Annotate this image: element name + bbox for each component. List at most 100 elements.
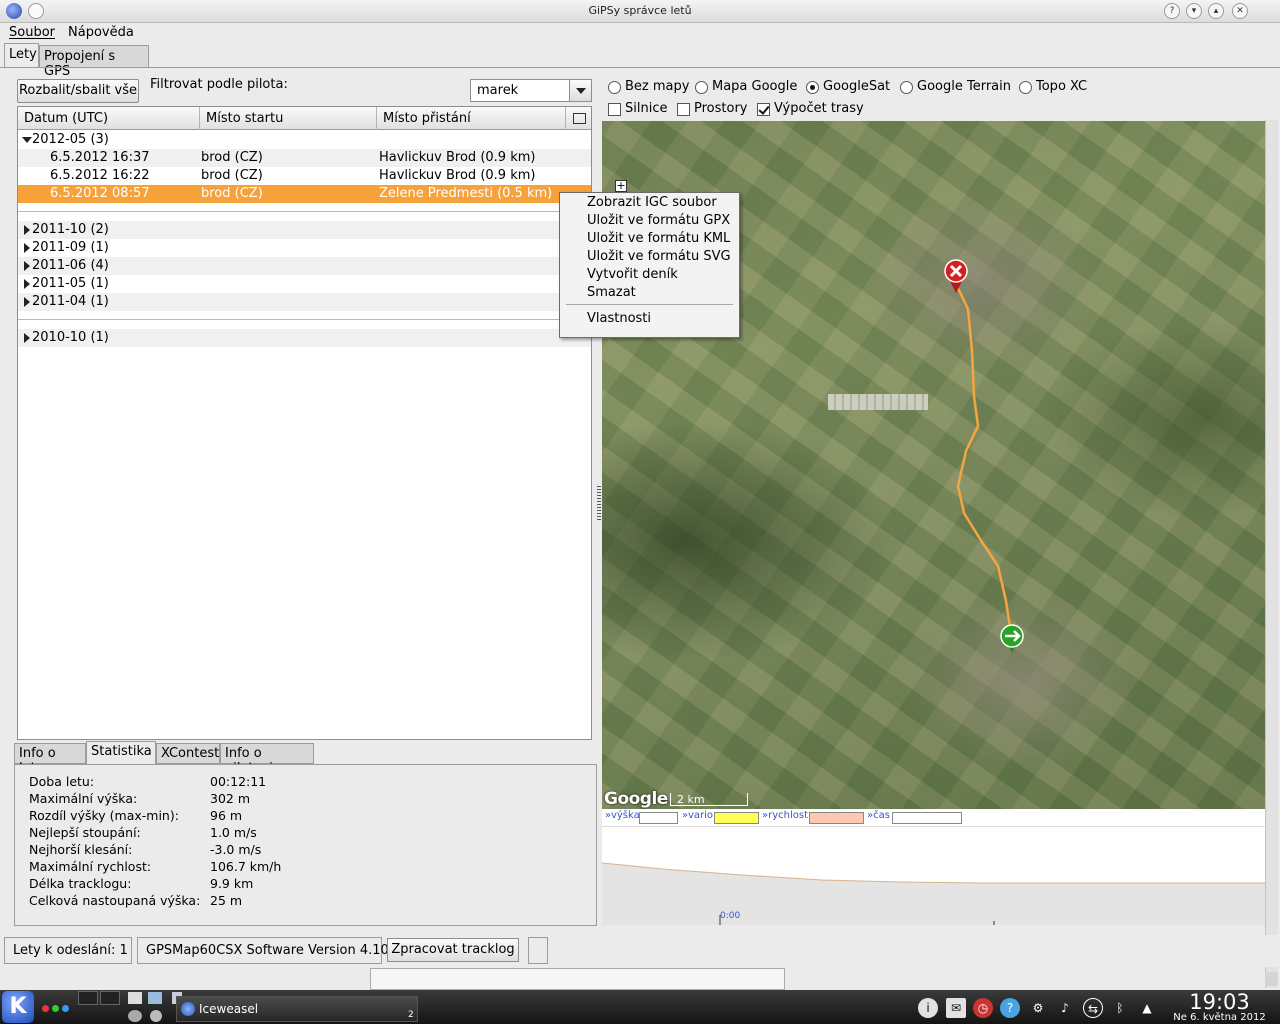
- window-scrollbar[interactable]: [1265, 120, 1278, 988]
- altitude-chart[interactable]: 0:00: [602, 827, 1268, 925]
- collapsed-arrow-icon[interactable]: [24, 333, 30, 343]
- tree-group-row[interactable]: 2011-09 (1): [18, 239, 591, 257]
- eject-icon[interactable]: ▲: [1137, 998, 1157, 1018]
- column-start[interactable]: Místo startu: [200, 107, 377, 130]
- cell-landing: Havlickuv Brod (0.9 km): [379, 168, 536, 183]
- globe-icon[interactable]: [128, 1010, 142, 1022]
- legend-speed[interactable]: »rychlost: [762, 810, 808, 821]
- radio-topo-xc[interactable]: [1019, 81, 1032, 94]
- ctx-save-svg[interactable]: Uložit ve formátu SVG: [561, 248, 738, 266]
- bluetooth-icon[interactable]: ᛒ: [1110, 998, 1130, 1018]
- chevron-down-icon[interactable]: [569, 80, 591, 101]
- legend-vario[interactable]: »vario: [682, 810, 713, 821]
- group-label: 2011-05 (1): [32, 276, 109, 291]
- stat-value: 00:12:11: [210, 774, 267, 789]
- radio-googlesat-label: GoogleSat: [823, 79, 891, 94]
- ctx-save-kml[interactable]: Uložit ve formátu KML: [561, 230, 738, 248]
- cell-start: brod (CZ): [201, 150, 263, 165]
- clock-alarm-icon[interactable]: ◷: [973, 998, 993, 1018]
- task-iceweasel[interactable]: Iceweasel 2: [176, 996, 418, 1022]
- expanded-arrow-icon[interactable]: [22, 137, 32, 143]
- tab-statistics[interactable]: Statistika: [86, 741, 156, 765]
- column-landing[interactable]: Místo přistání: [377, 107, 566, 130]
- desktop-pager-2[interactable]: [100, 991, 120, 1005]
- collapsed-arrow-icon[interactable]: [24, 261, 30, 271]
- terminal-icon[interactable]: [128, 992, 142, 1004]
- minimize-button[interactable]: ▾: [1186, 3, 1202, 19]
- clock[interactable]: 19:03: [1162, 990, 1277, 1014]
- tree-group-row[interactable]: 2010-10 (1): [18, 329, 591, 347]
- usb-icon[interactable]: ⇆: [1083, 998, 1103, 1018]
- table-row[interactable]: 6.5.2012 16:22 brod (CZ) Havlickuv Brod …: [18, 167, 591, 185]
- legend-time[interactable]: »čas: [867, 810, 890, 821]
- cell-date: 6.5.2012 16:37: [50, 150, 150, 165]
- ctx-properties[interactable]: Vlastnosti: [561, 310, 738, 328]
- check-roads[interactable]: [608, 103, 621, 116]
- chat-icon[interactable]: ?: [1000, 998, 1020, 1018]
- resize-grip-icon[interactable]: [528, 937, 548, 964]
- tab-flight-info[interactable]: Info o letu: [14, 743, 86, 776]
- network-icon[interactable]: ⚙: [1028, 998, 1048, 1018]
- ctx-create-logbook[interactable]: Vytvořit deník: [561, 266, 738, 284]
- green-dot-icon[interactable]: [52, 1005, 59, 1012]
- radio-google-map[interactable]: [695, 81, 708, 94]
- gear-icon[interactable]: [150, 1010, 162, 1022]
- zoom-in-button[interactable]: +: [615, 180, 627, 192]
- window-list-icon[interactable]: [148, 992, 162, 1004]
- date: Ne 6. května 2012: [1173, 1012, 1266, 1023]
- google-logo: Google: [604, 789, 668, 809]
- collapsed-arrow-icon[interactable]: [24, 279, 30, 289]
- menu-separator: [566, 304, 733, 305]
- check-route-calc[interactable]: [757, 103, 770, 116]
- red-dot-icon[interactable]: [42, 1005, 49, 1012]
- tree-group-row[interactable]: 2011-06 (4): [18, 257, 591, 275]
- table-row-selected[interactable]: 6.5.2012 08:57 brod (CZ) Zelene Predmest…: [18, 185, 591, 203]
- tree-group-row[interactable]: 2011-10 (2): [18, 221, 591, 239]
- blue-dot-icon[interactable]: [62, 1005, 69, 1012]
- flight-tree[interactable]: Datum (UTC) Místo startu Místo přistání …: [17, 106, 592, 740]
- radio-no-map[interactable]: [608, 81, 621, 94]
- pilot-select[interactable]: marek: [470, 79, 592, 102]
- menu-soubor[interactable]: Soubor: [9, 25, 55, 40]
- check-airspaces[interactable]: [677, 103, 690, 116]
- start-marker-icon: [1000, 624, 1024, 653]
- tab-xcontest[interactable]: XContest: [156, 743, 220, 764]
- ctx-delete[interactable]: Smazat: [561, 284, 738, 302]
- mail-icon[interactable]: ✉: [946, 998, 966, 1018]
- legend-altitude[interactable]: »výška: [605, 810, 640, 821]
- tree-group-row[interactable]: 2011-04 (1): [18, 293, 591, 311]
- ctx-show-igc[interactable]: Zobrazit IGC soubor: [561, 194, 738, 212]
- help-window-button[interactable]: ?: [1164, 3, 1180, 19]
- maximize-button[interactable]: ▴: [1208, 3, 1224, 19]
- menu-napoveda[interactable]: Nápověda: [68, 25, 134, 40]
- tree-group-row[interactable]: 2011-05 (1): [18, 275, 591, 293]
- scroll-down-button[interactable]: [1265, 972, 1278, 986]
- tab-lety[interactable]: Lety: [4, 43, 39, 68]
- volume-icon[interactable]: ♪: [1055, 998, 1075, 1018]
- stat-value: 302 m: [210, 791, 251, 806]
- info-icon[interactable]: i: [918, 998, 938, 1018]
- tree-group-row[interactable]: 2012-05 (3): [18, 131, 591, 149]
- tab-gps-connection[interactable]: Propojení s GPS: [39, 45, 149, 79]
- radio-google-terrain[interactable]: [900, 81, 913, 94]
- panel-splitter[interactable]: [597, 486, 601, 520]
- year-separator: [18, 211, 591, 212]
- radio-google-terrain-label: Google Terrain: [917, 79, 1011, 94]
- cell-date: 6.5.2012 08:57: [50, 186, 150, 201]
- expand-collapse-button[interactable]: Rozbalit/sbalit vše: [17, 79, 139, 103]
- collapsed-arrow-icon[interactable]: [24, 243, 30, 253]
- collapsed-arrow-icon[interactable]: [24, 225, 30, 235]
- ctx-save-gpx[interactable]: Uložit ve formátu GPX: [561, 212, 738, 230]
- column-date[interactable]: Datum (UTC): [18, 107, 200, 130]
- close-button[interactable]: ✕: [1232, 3, 1248, 19]
- table-row[interactable]: 6.5.2012 16:37 brod (CZ) Havlickuv Brod …: [18, 149, 591, 167]
- altitude-value-box: [639, 812, 678, 824]
- collapsed-arrow-icon[interactable]: [24, 297, 30, 307]
- radio-googlesat[interactable]: [806, 81, 819, 94]
- stat-label: Doba letu:: [29, 774, 95, 789]
- tab-pilot-info[interactable]: Info o pilotovi: [220, 743, 314, 776]
- k-menu-button[interactable]: K: [2, 991, 34, 1023]
- process-tracklog-button[interactable]: Zpracovat tracklog: [387, 938, 519, 962]
- desktop-pager-1[interactable]: [78, 991, 98, 1005]
- column-menu-icon[interactable]: [566, 107, 591, 130]
